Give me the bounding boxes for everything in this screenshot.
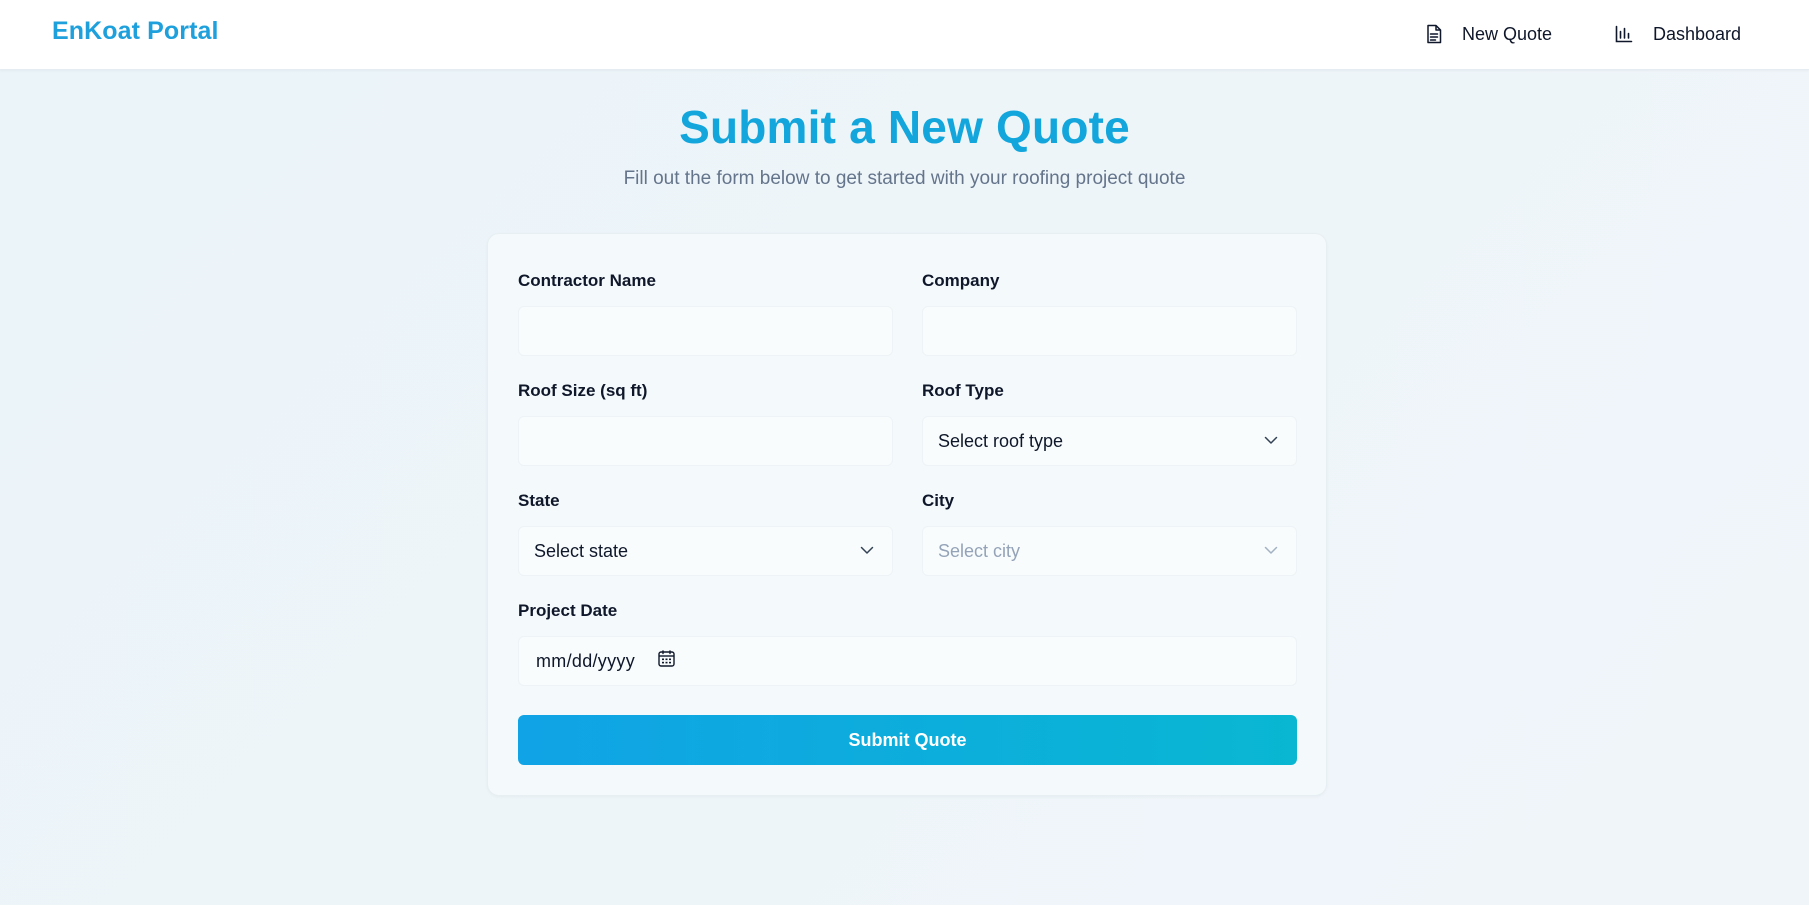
company-field-wrapper bbox=[922, 306, 1297, 356]
page-subtitle: Fill out the form below to get started w… bbox=[623, 168, 1186, 189]
brand-logo-text[interactable]: EnKoat Portal bbox=[52, 17, 219, 46]
page-title: Submit a New Quote bbox=[679, 101, 1130, 153]
roof-size-label: Roof Size (sq ft) bbox=[518, 381, 648, 400]
chevron-down-icon bbox=[1264, 432, 1278, 450]
roof-size-field-wrapper bbox=[518, 416, 893, 466]
contractor-name-input[interactable] bbox=[519, 307, 892, 355]
city-label: City bbox=[922, 491, 955, 510]
contractor-name-label: Contractor Name bbox=[518, 271, 656, 290]
submit-quote-button[interactable]: Submit Quote bbox=[518, 715, 1297, 765]
bar-chart-icon bbox=[1615, 25, 1633, 43]
company-input[interactable] bbox=[923, 307, 1296, 355]
top-navigation-bar: EnKoat Portal New Quote Dashboard bbox=[0, 0, 1809, 70]
document-icon bbox=[1426, 24, 1442, 44]
roof-type-label: Roof Type bbox=[922, 381, 1004, 400]
project-date-label: Project Date bbox=[518, 601, 618, 620]
contractor-name-field-wrapper bbox=[518, 306, 893, 356]
state-label: State bbox=[518, 491, 560, 510]
chevron-down-icon bbox=[1264, 542, 1278, 560]
roof-type-select[interactable]: Select roof type bbox=[922, 416, 1297, 466]
state-selected-value: Select state bbox=[534, 540, 629, 561]
nav-dashboard[interactable]: Dashboard bbox=[1615, 20, 1741, 48]
company-label: Company bbox=[922, 271, 1000, 290]
nav-dashboard-label: Dashboard bbox=[1653, 23, 1742, 44]
chevron-down-icon bbox=[860, 542, 874, 560]
calendar-icon[interactable] bbox=[658, 650, 675, 672]
quote-form-card: Contractor Name Company Roof Size (sq ft… bbox=[487, 233, 1327, 796]
nav-new-quote-label: New Quote bbox=[1462, 23, 1553, 44]
city-selected-value: Select city bbox=[938, 540, 1021, 561]
project-date-placeholder: mm/dd/yyyy bbox=[536, 650, 636, 671]
roof-size-input[interactable] bbox=[519, 417, 892, 465]
city-select[interactable]: Select city bbox=[922, 526, 1297, 576]
nav-new-quote[interactable]: New Quote bbox=[1426, 20, 1552, 48]
project-date-input[interactable]: mm/dd/yyyy bbox=[518, 636, 1297, 686]
roof-type-selected-value: Select roof type bbox=[938, 430, 1064, 451]
state-select[interactable]: Select state bbox=[518, 526, 893, 576]
